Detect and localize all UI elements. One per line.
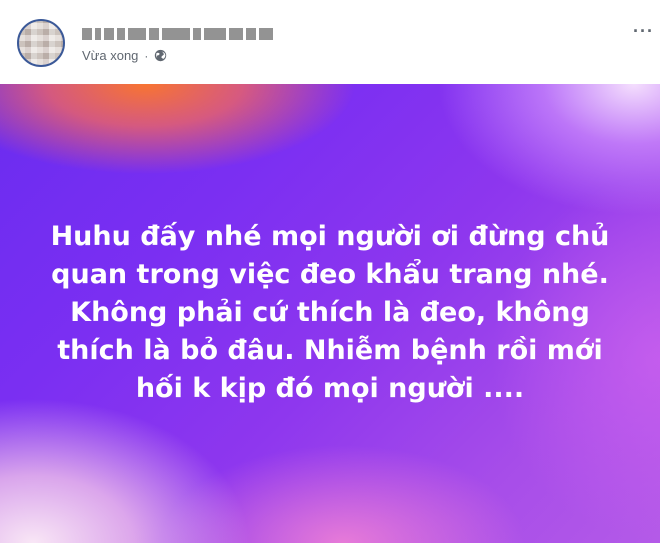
avatar[interactable] bbox=[17, 19, 65, 67]
post-text-line: thích là bỏ đâu. Nhiễm bệnh rồi mới bbox=[57, 335, 603, 366]
post-text-line: hối k kịp đó mọi người .... bbox=[135, 373, 525, 404]
more-options-icon[interactable]: ··· bbox=[633, 22, 654, 40]
meta-separator: · bbox=[144, 48, 149, 63]
post-timestamp[interactable]: Vừa xong bbox=[82, 48, 138, 63]
post-text-line: quan trong việc đeo khẩu trang nhé. bbox=[51, 259, 609, 290]
post-text-line: Không phải cứ thích là đeo, không bbox=[70, 297, 590, 328]
facebook-post: Vừa xong · ··· Huhu đấy nhé mọi người ơi… bbox=[0, 0, 660, 543]
author-name-redacted bbox=[82, 26, 273, 42]
post-text: Huhu đấy nhé mọi người ơi đừng chủ quan … bbox=[24, 218, 636, 408]
post-header: Vừa xong · ··· bbox=[0, 0, 660, 84]
post-text-line: Huhu đấy nhé mọi người ơi đừng chủ bbox=[50, 221, 610, 252]
post-meta: Vừa xong · bbox=[82, 48, 167, 63]
globe-icon[interactable] bbox=[154, 49, 167, 62]
